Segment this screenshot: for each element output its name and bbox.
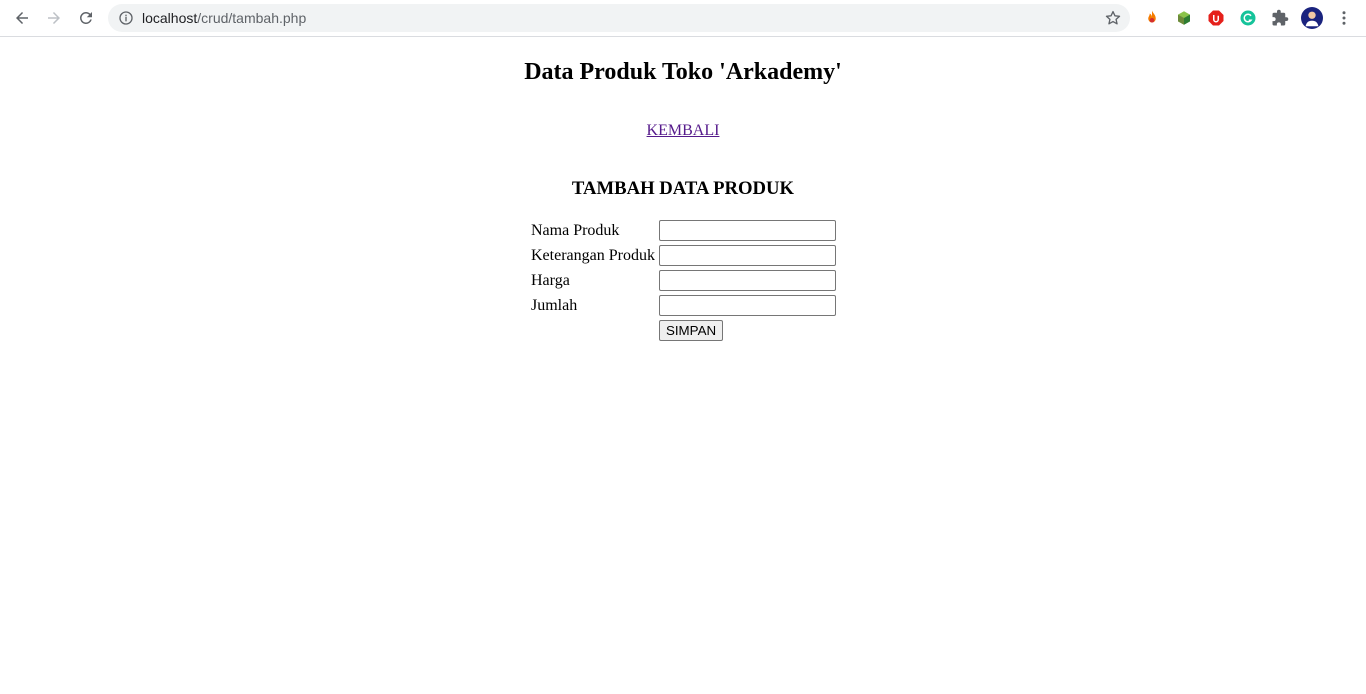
page-title: Data Produk Toko 'Arkademy' <box>524 59 842 85</box>
page-content: Data Produk Toko 'Arkademy' KEMBALI TAMB… <box>0 37 1366 694</box>
adblock-icon[interactable] <box>1206 8 1226 28</box>
info-icon[interactable] <box>118 10 134 26</box>
field-label: Nama Produk <box>531 221 620 239</box>
puzzle-extensions-icon[interactable] <box>1270 8 1290 28</box>
back-link-container: KEMBALI <box>0 121 1366 141</box>
kebab-menu-icon[interactable] <box>1334 8 1354 28</box>
form-row-submit: SIMPAN <box>530 319 837 342</box>
add-product-form: Nama Produk Keterangan Produk Harga Juml… <box>528 217 839 344</box>
profile-avatar[interactable] <box>1301 7 1323 29</box>
form-title: TAMBAH DATA PRODUK <box>571 178 795 199</box>
jumlah-input[interactable] <box>658 295 836 316</box>
browser-toolbar: localhost/crud/tambah.php <box>0 0 1366 37</box>
form-row-keterangan: Keterangan Produk <box>530 244 837 267</box>
grammarly-icon[interactable] <box>1238 8 1258 28</box>
keterangan-produk-input[interactable] <box>658 245 836 266</box>
simpan-button[interactable]: SIMPAN <box>658 320 724 341</box>
url-text[interactable]: localhost/crud/tambah.php <box>142 9 306 27</box>
arrow-left-icon <box>16 12 28 24</box>
fire-extension-icon[interactable] <box>1142 8 1162 28</box>
arrow-right-icon <box>48 12 60 24</box>
url-path: /crud/tambah.php <box>197 10 307 26</box>
reload-icon <box>79 11 92 24</box>
bookmark-star-icon[interactable] <box>1104 9 1122 27</box>
nama-produk-input[interactable] <box>658 220 836 241</box>
back-button[interactable] <box>9 5 35 31</box>
reload-button[interactable] <box>73 5 99 31</box>
field-label: Keterangan Produk <box>531 246 655 264</box>
field-label: Jumlah <box>531 296 578 314</box>
forward-button[interactable] <box>41 5 67 31</box>
harga-input[interactable] <box>658 270 836 291</box>
address-bar[interactable]: localhost/crud/tambah.php <box>108 4 1130 32</box>
field-label: Harga <box>531 271 570 289</box>
url-host: localhost <box>142 10 198 26</box>
cube-extension-icon[interactable] <box>1174 8 1194 28</box>
form-row-harga: Harga <box>530 269 837 292</box>
kembali-link[interactable]: KEMBALI <box>647 122 720 139</box>
form-row-nama: Nama Produk <box>530 219 837 242</box>
form-row-jumlah: Jumlah <box>530 294 837 317</box>
